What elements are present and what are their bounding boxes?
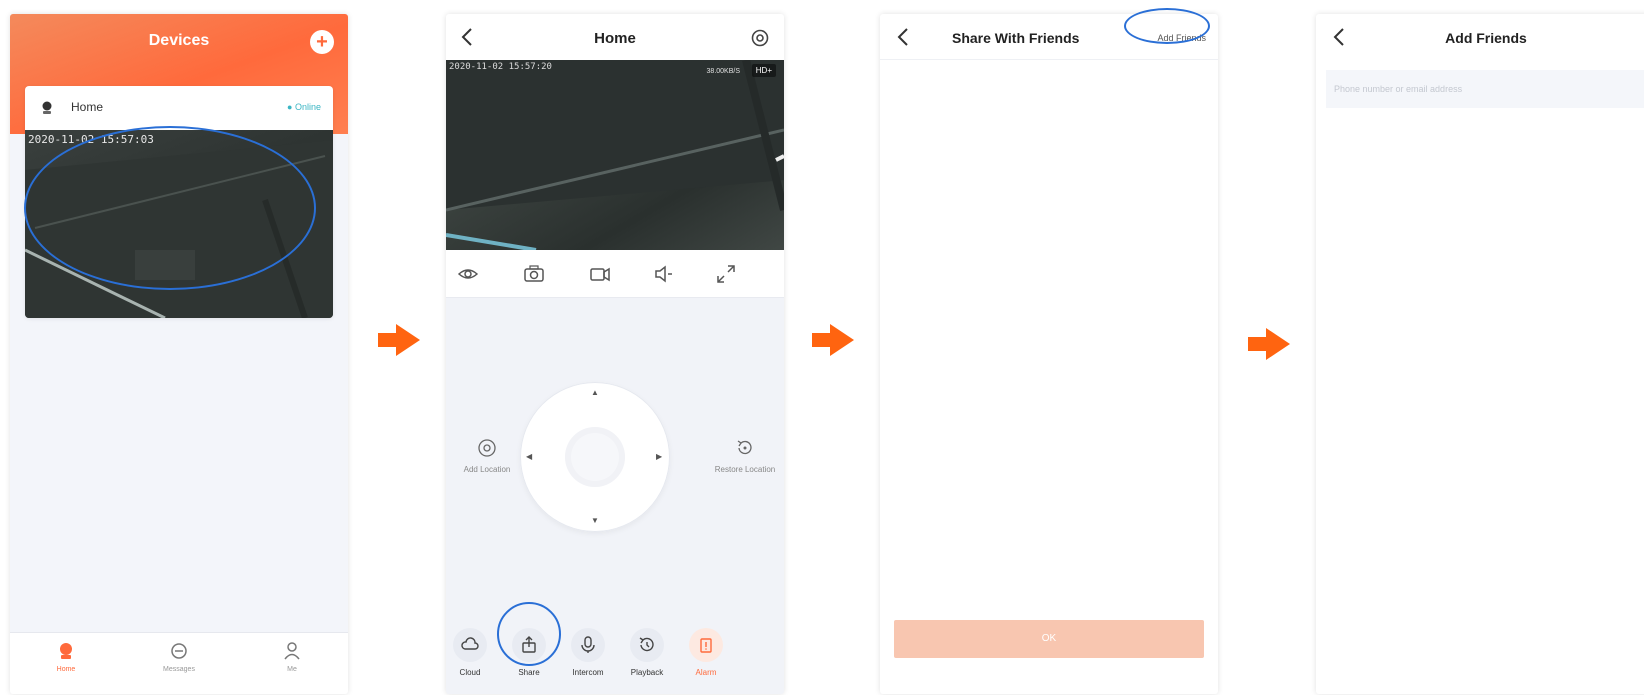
ptz-up-icon[interactable]: ▲ — [591, 388, 599, 397]
restore-icon — [737, 440, 752, 455]
tab-label: Messages — [163, 666, 195, 673]
alarm-label: Alarm — [695, 668, 717, 677]
profile-icon — [284, 642, 300, 660]
cloud-label: Cloud — [459, 668, 481, 677]
device-card-header: Home ● Online — [25, 86, 333, 132]
playback-button[interactable]: Playback — [617, 628, 677, 677]
highlight-ellipse-device — [24, 126, 316, 290]
playback-icon — [639, 637, 654, 652]
tab-me[interactable]: Me — [252, 641, 332, 673]
camera-device-icon — [42, 101, 52, 114]
camera-feed-image — [446, 60, 784, 250]
highlight-circle-share — [497, 602, 561, 666]
record-icon[interactable] — [588, 262, 612, 286]
live-video[interactable]: 2020-11-02 15:57:20 38.00KB/S HD+ — [446, 60, 784, 250]
speaker-icon[interactable] — [652, 262, 676, 286]
playback-label: Playback — [630, 668, 664, 677]
share-label: Share — [518, 668, 540, 677]
highlight-ellipse-add-friends — [1124, 8, 1210, 44]
phone-email-input[interactable] — [1326, 70, 1644, 108]
device-status: ● Online — [287, 102, 321, 112]
alarm-button[interactable]: Alarm — [676, 628, 736, 677]
ptz-center[interactable] — [565, 427, 625, 487]
tab-label: Me — [287, 666, 297, 673]
bitrate-label: 38.00KB/S — [706, 68, 740, 75]
video-toolbar — [446, 250, 784, 298]
location-target-icon — [478, 439, 496, 457]
live-view-screen: Home 2020-11-02 15:57:20 38.00KB/S HD+ A… — [446, 14, 784, 694]
back-icon[interactable] — [894, 26, 914, 48]
eye-icon[interactable] — [456, 262, 480, 286]
add-device-button[interactable]: + — [310, 30, 334, 54]
nav-bar: Home — [446, 14, 784, 60]
quality-badge[interactable]: HD+ — [751, 64, 776, 77]
ptz-down-icon[interactable]: ▼ — [591, 516, 599, 525]
device-name: Home — [71, 100, 104, 114]
tab-messages[interactable]: Messages — [139, 641, 219, 673]
video-timestamp: 2020-11-02 15:57:20 — [449, 62, 552, 72]
camera-icon[interactable] — [522, 262, 546, 286]
page-title: Share With Friends — [952, 30, 1080, 46]
messages-icon — [171, 643, 187, 659]
page-title: Home — [594, 30, 636, 47]
fullscreen-icon[interactable] — [714, 262, 738, 286]
tab-label: Home — [56, 666, 76, 673]
ptz-joystick[interactable]: ▲ ▼ ◀ ▶ — [520, 382, 670, 532]
devices-screen: Devices + Home ● Online 2020-11-02 15:57… — [10, 14, 348, 694]
gear-icon[interactable] — [750, 28, 770, 48]
ptz-left-icon[interactable]: ◀ — [526, 452, 532, 461]
ptz-right-icon[interactable]: ▶ — [656, 452, 662, 461]
tab-bar: Home Messages Me — [10, 632, 348, 694]
intercom-button[interactable]: Intercom — [558, 628, 618, 677]
arrow-right-icon — [1248, 328, 1290, 360]
nav-bar: Add Friends — [1316, 14, 1644, 60]
add-location-button[interactable]: Add Location — [452, 438, 522, 476]
cloud-icon — [461, 637, 479, 650]
alarm-icon — [700, 638, 712, 653]
microphone-icon — [581, 636, 595, 653]
restore-location-button[interactable]: Restore Location — [710, 438, 780, 476]
arrow-right-icon — [812, 324, 854, 356]
home-icon — [60, 643, 72, 659]
add-location-label: Add Location — [463, 465, 511, 474]
tab-home[interactable]: Home — [26, 641, 106, 673]
page-title: Devices — [148, 32, 210, 49]
ok-button[interactable]: OK — [894, 620, 1204, 658]
share-with-friends-screen: Share With Friends Add Friends OK — [880, 14, 1218, 694]
restore-location-label: Restore Location — [714, 465, 776, 474]
arrow-right-icon — [378, 324, 420, 356]
intercom-label: Intercom — [572, 668, 604, 677]
cloud-button[interactable]: Cloud — [446, 628, 500, 677]
page-title: Add Friends — [1445, 30, 1527, 46]
add-friends-screen: Add Friends — [1316, 14, 1644, 694]
